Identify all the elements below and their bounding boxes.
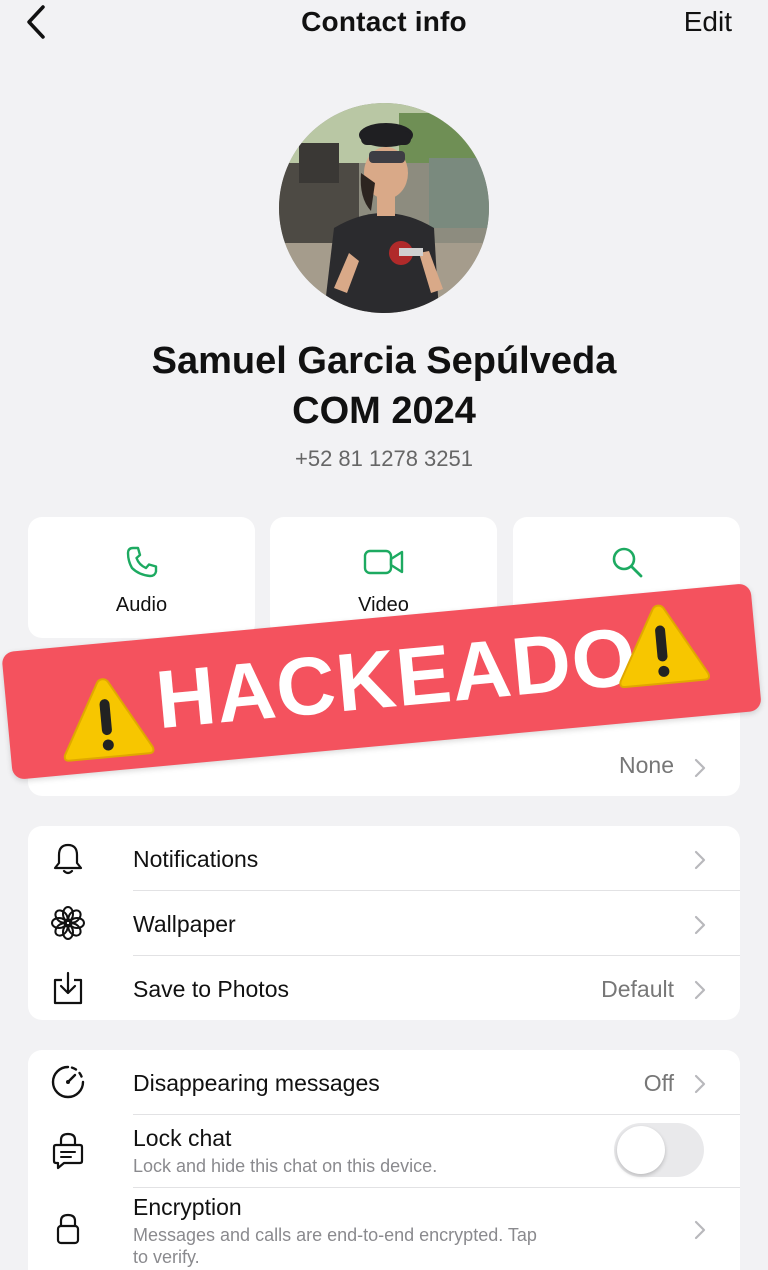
search-icon [612, 547, 642, 578]
flower-icon [51, 906, 85, 940]
settings-card: Notifications Wallpaper Save to Photos D… [28, 826, 740, 1020]
lock-icon [56, 1213, 80, 1245]
lock-chat-label: Lock chat [133, 1125, 232, 1151]
lock-chat-icon [52, 1132, 84, 1170]
encryption-label: Encryption [133, 1194, 242, 1220]
save-to-photos-value: Default [601, 976, 674, 1002]
toggle-knob [617, 1126, 665, 1174]
avatar[interactable] [279, 103, 489, 313]
lock-chat-toggle[interactable] [614, 1123, 704, 1177]
privacy-card: Disappearing messages Off Lock chat Lock… [28, 1050, 740, 1270]
disappearing-messages-label: Disappearing messages [133, 1070, 380, 1096]
contact-name: Samuel Garcia Sepúlveda COM 2024 [40, 336, 728, 436]
encryption-row[interactable]: Encryption Messages and calls are end-to… [28, 1188, 740, 1270]
save-to-photos-row[interactable]: Save to Photos Default [28, 956, 740, 1020]
disappearing-messages-row[interactable]: Disappearing messages Off [28, 1050, 740, 1114]
chevron-right-icon [694, 915, 706, 935]
audio-call-button[interactable]: Audio [28, 517, 255, 638]
chevron-right-icon [694, 1074, 706, 1094]
chevron-right-icon [694, 980, 706, 1000]
wallpaper-label: Wallpaper [133, 911, 236, 937]
chevron-right-icon [694, 758, 706, 778]
audio-label: Audio [115, 594, 168, 616]
timer-icon [51, 1065, 85, 1099]
chevron-right-icon [694, 1220, 706, 1240]
disappearing-messages-value: Off [643, 1070, 674, 1096]
media-row-value: None [619, 752, 674, 778]
contact-phone: +52 81 1278 3251 [294, 446, 473, 471]
page-title: Contact info [301, 6, 467, 37]
encryption-description-line-1: Messages and calls are end-to-end encryp… [133, 1225, 537, 1245]
lock-chat-description: Lock and hide this chat on this device. [133, 1156, 438, 1176]
video-icon [363, 549, 403, 575]
navigation-bar: Contact info Edit [0, 0, 768, 48]
encryption-description-line-2: to verify. [133, 1247, 200, 1267]
hacked-warning-text: HACKEADO [152, 611, 641, 747]
wallpaper-row[interactable]: Wallpaper [28, 891, 740, 955]
notifications-label: Notifications [133, 846, 259, 872]
contact-name-line-2: COM 2024 [292, 390, 476, 432]
save-to-photos-label: Save to Photos [133, 976, 289, 1002]
download-icon [53, 971, 83, 1005]
notifications-row[interactable]: Notifications [28, 826, 740, 890]
bell-icon [53, 843, 83, 875]
edit-button[interactable]: Edit [684, 6, 732, 38]
warning-icon [63, 678, 155, 762]
warning-icon [619, 604, 710, 689]
lock-chat-row: Lock chat Lock and hide this chat on thi… [28, 1115, 740, 1187]
contact-name-line-1: Samuel Garcia Sepúlveda [151, 340, 617, 382]
chevron-right-icon [694, 850, 706, 870]
profile-photo [279, 103, 489, 313]
phone-icon [126, 546, 157, 578]
